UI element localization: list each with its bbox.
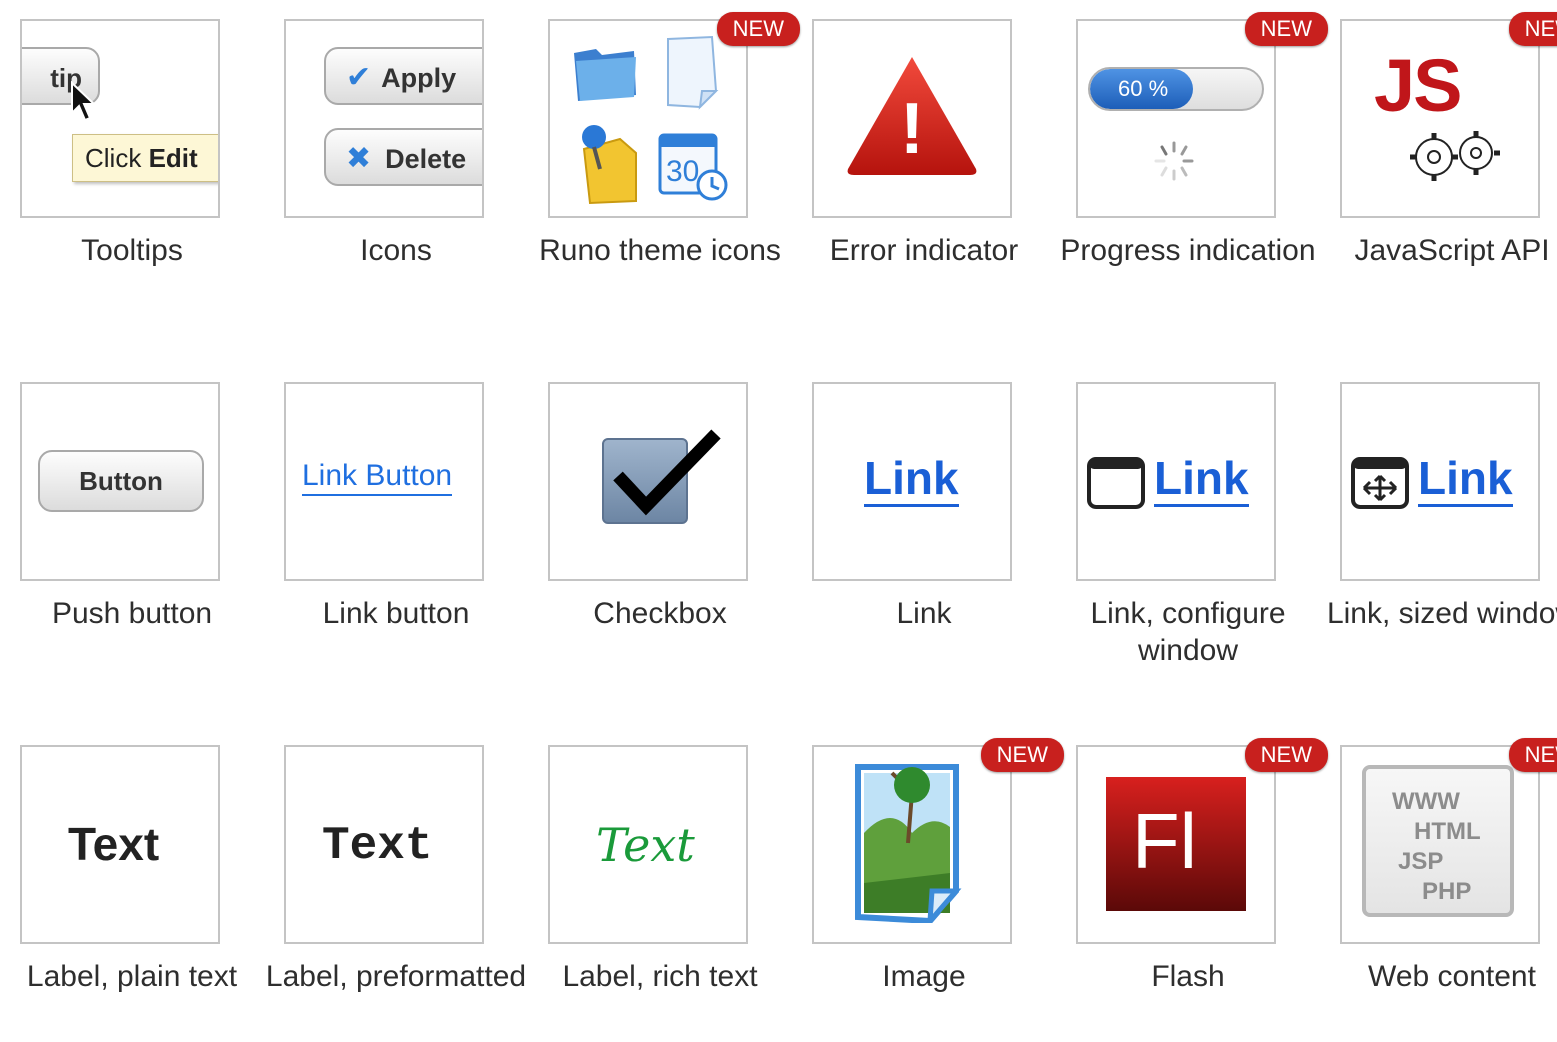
caption-error-indicator: Error indicator bbox=[829, 234, 1019, 267]
new-badge: NEW bbox=[1244, 12, 1328, 46]
caption-label-rich: Label, rich text bbox=[562, 960, 758, 993]
flash-logo: Fl bbox=[1106, 777, 1246, 911]
caption-javascript-api: JavaScript API bbox=[1354, 234, 1550, 267]
tooltip-popup: Click Edit bbox=[72, 134, 218, 182]
web-line: WWW bbox=[1392, 788, 1460, 815]
thumb-progress[interactable]: 60 % bbox=[1076, 19, 1276, 218]
caption-flash: Flash bbox=[1151, 960, 1225, 993]
new-badge: NEW bbox=[716, 12, 800, 46]
delete-label: Delete bbox=[385, 144, 467, 174]
thumb-image[interactable] bbox=[812, 745, 1012, 944]
thumb-push-button[interactable]: Button bbox=[20, 382, 220, 581]
spinner-icon bbox=[1154, 141, 1194, 181]
thumb-runo-icons[interactable]: 30 bbox=[548, 19, 748, 218]
link-demo: Link bbox=[1154, 452, 1249, 507]
new-badge: NEW bbox=[980, 738, 1064, 772]
error-mark: ! bbox=[900, 89, 924, 169]
web-line: HTML bbox=[1414, 818, 1481, 845]
new-badge: NEW bbox=[1508, 12, 1557, 46]
thumb-label-plain[interactable]: Text bbox=[20, 745, 220, 944]
web-line: JSP bbox=[1398, 848, 1444, 875]
warning-triangle-icon: ! bbox=[847, 57, 977, 175]
link-button-demo: Link Button bbox=[302, 458, 453, 496]
tooltip-bold: Edit bbox=[148, 143, 198, 173]
progress-bar: 60 % bbox=[1088, 67, 1264, 111]
thumb-link-button[interactable]: Link Button bbox=[284, 382, 484, 581]
window-icon bbox=[1087, 457, 1145, 509]
js-logo-text: JS bbox=[1374, 44, 1463, 127]
thumb-checkbox[interactable] bbox=[548, 382, 748, 581]
link-demo: Link bbox=[864, 452, 959, 507]
caption-push-button: Push button bbox=[51, 597, 213, 630]
tooltip-prefix: Click bbox=[85, 143, 142, 173]
thumb-error-indicator[interactable]: ! bbox=[812, 19, 1012, 218]
caption-link-configure-window: Link, configure window bbox=[1090, 597, 1286, 667]
flash-logo-text: Fl bbox=[1132, 797, 1197, 885]
progress-text: 60 % bbox=[1118, 76, 1169, 101]
gears-icon bbox=[1410, 131, 1500, 181]
calendar-icon: 30 bbox=[658, 133, 728, 201]
thumb-javascript-api[interactable]: JS bbox=[1340, 19, 1540, 218]
caption-progress: Progress indication bbox=[1060, 234, 1316, 267]
thumb-icons[interactable]: ✔ Apply ✖ Delete bbox=[284, 19, 484, 218]
caption-label-preformatted: Label, preformatted bbox=[265, 960, 527, 993]
document-icon bbox=[667, 35, 719, 110]
web-line: PHP bbox=[1422, 878, 1472, 905]
apply-label: Apply bbox=[381, 63, 457, 93]
caption-link-button: Link button bbox=[322, 597, 470, 630]
image-file-icon bbox=[855, 764, 962, 923]
cursor-arrow-icon bbox=[71, 81, 97, 122]
thumb-link-configure-window[interactable]: Link bbox=[1076, 382, 1276, 581]
caption-label-plain: Label, plain text bbox=[26, 960, 238, 993]
apply-demo-button: ✔ Apply bbox=[324, 47, 482, 105]
checkmark-icon: ✔ bbox=[346, 61, 372, 94]
resize-window-icon bbox=[1351, 457, 1409, 509]
thumb-flash[interactable]: Fl bbox=[1076, 745, 1276, 944]
thumb-web-content[interactable]: WWW HTML JSP PHP bbox=[1340, 745, 1540, 944]
thumb-label-preformatted[interactable]: Text bbox=[284, 745, 484, 944]
calendar-day: 30 bbox=[666, 155, 699, 188]
caption-web-content: Web content bbox=[1368, 960, 1536, 993]
thumb-label-rich[interactable]: Text bbox=[548, 745, 748, 944]
thumb-tooltips[interactable]: tip Click Edit bbox=[20, 19, 220, 218]
caption-checkbox: Checkbox bbox=[593, 597, 727, 630]
push-button-label: Button bbox=[79, 466, 163, 496]
caption-tooltips: Tooltips bbox=[81, 234, 183, 267]
rich-text-demo: Text bbox=[596, 818, 695, 872]
thumb-link[interactable]: Link bbox=[812, 382, 1012, 581]
link-demo: Link bbox=[1418, 452, 1513, 507]
new-badge: NEW bbox=[1508, 738, 1557, 772]
caption-link: Link bbox=[896, 597, 952, 630]
caption-link-sized-window: Link, sized window bbox=[1326, 597, 1557, 630]
checkmark-icon bbox=[613, 429, 721, 516]
web-content-panel: WWW HTML JSP PHP bbox=[1362, 765, 1514, 917]
plain-text-demo: Text bbox=[68, 818, 160, 870]
caption-runo-icons: Runo theme icons bbox=[539, 234, 781, 267]
delete-demo-button: ✖ Delete bbox=[324, 128, 482, 186]
caption-image: Image bbox=[882, 960, 966, 993]
thumb-link-sized-window[interactable]: Link bbox=[1340, 382, 1540, 581]
preformatted-text-demo: Text bbox=[322, 820, 433, 872]
cross-icon: ✖ bbox=[346, 142, 372, 175]
new-badge: NEW bbox=[1244, 738, 1328, 772]
pinned-note-icon bbox=[582, 125, 637, 205]
folder-icon bbox=[574, 49, 636, 101]
push-button-demo: Button bbox=[38, 450, 204, 512]
caption-icons: Icons bbox=[360, 234, 432, 267]
